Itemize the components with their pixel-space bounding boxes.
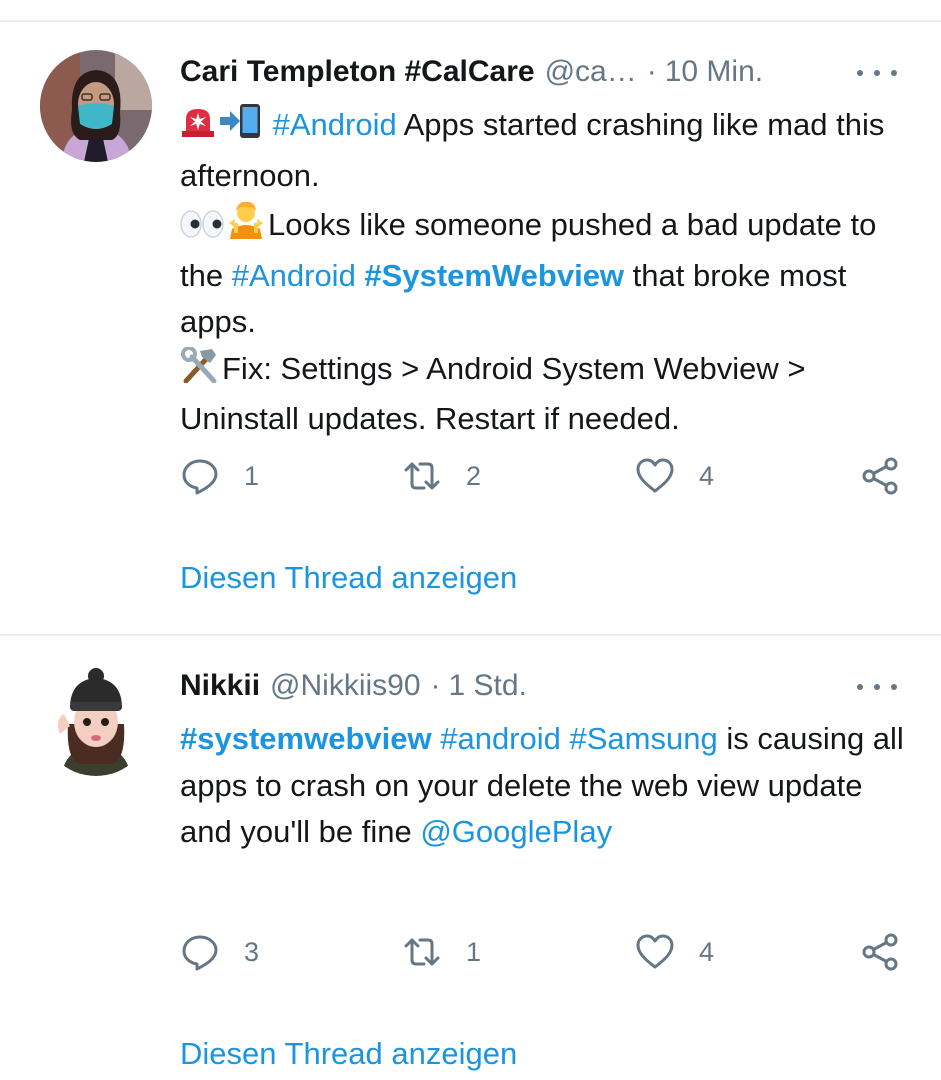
heart-icon	[636, 458, 674, 493]
hashtag-link[interactable]: #SystemWebview	[364, 258, 624, 293]
separator-dot: ·	[646, 55, 657, 88]
more-options-icon[interactable]	[857, 58, 897, 88]
avatar-cartoon-girl-with-beanie-icon	[40, 664, 152, 776]
retweet-button[interactable]: 2	[402, 454, 481, 498]
reply-icon	[182, 935, 218, 971]
heart-icon	[636, 934, 674, 969]
reply-count: 1	[244, 460, 260, 491]
author-handle[interactable]: @Nikkiis90	[270, 669, 420, 703]
reply-icon	[182, 459, 218, 495]
hashtag-link[interactable]: #systemwebview	[180, 721, 432, 756]
show-thread-link[interactable]: Diesen Thread anzeigen	[180, 560, 517, 596]
show-thread-link[interactable]: Diesen Thread anzeigen	[180, 1036, 517, 1072]
mention-link[interactable]: @GooglePlay	[420, 814, 612, 849]
like-count: 4	[699, 460, 715, 491]
author-name[interactable]: Cari Templeton #CalCare	[180, 55, 535, 89]
retweet-icon	[404, 938, 440, 966]
tweet-header: Nikkii @Nikkiis90 · 1 Std.	[180, 666, 901, 706]
tweet-text: #Android Apps started crashing like mad …	[180, 102, 910, 443]
avatar[interactable]	[40, 664, 152, 776]
tweet-actions: 3 1 4	[180, 930, 905, 974]
more-options-icon[interactable]	[857, 672, 897, 702]
author-handle[interactable]: @ca…	[545, 55, 637, 89]
reply-button[interactable]: 3	[180, 930, 259, 974]
like-button[interactable]: 4	[635, 454, 714, 498]
avatar[interactable]	[40, 50, 152, 162]
tweet-text-line: Fix: Settings > Android System Webview >…	[180, 350, 806, 437]
retweet-count: 2	[466, 460, 482, 491]
separator-dot: ·	[430, 669, 441, 702]
hashtag-link[interactable]: #Samsung	[570, 721, 718, 756]
reply-button[interactable]: 1	[180, 454, 259, 498]
incoming-to-phone-emoji-icon	[218, 103, 262, 153]
hashtag-link[interactable]: #android	[440, 721, 561, 756]
tweet-actions: 1 2 4	[180, 454, 905, 498]
share-button[interactable]	[860, 454, 900, 498]
retweet-count: 1	[466, 936, 482, 967]
retweet-button[interactable]: 1	[402, 930, 481, 974]
tweet-card[interactable]: Cari Templeton #CalCare @ca… · 10 Min. #…	[0, 22, 941, 632]
share-icon	[862, 933, 898, 971]
author-name[interactable]: Nikkii	[180, 669, 260, 703]
rotating-light-emoji-icon	[180, 105, 216, 153]
tweet-timestamp[interactable]: 1 Std.	[449, 669, 527, 703]
like-count: 4	[699, 936, 715, 967]
tweet-header: Cari Templeton #CalCare @ca… · 10 Min.	[180, 52, 901, 92]
reply-count: 3	[244, 936, 260, 967]
like-button[interactable]: 4	[635, 930, 714, 974]
eyes-emoji-icon	[180, 206, 224, 253]
shrugging-person-emoji-icon	[226, 199, 266, 253]
avatar-woman-with-face-mask-icon	[40, 50, 152, 162]
hashtag-link[interactable]: #Android	[232, 258, 356, 293]
share-button[interactable]	[860, 930, 900, 974]
hammer-and-wrench-emoji-icon	[180, 345, 220, 397]
tweet-card[interactable]: Nikkii @Nikkiis90 · 1 Std. #systemwebvie…	[0, 636, 941, 1080]
tweet-timestamp[interactable]: 10 Min.	[665, 55, 763, 89]
share-icon	[862, 457, 898, 495]
retweet-icon	[404, 462, 440, 490]
tweet-text: #systemwebview #android #Samsung is caus…	[180, 716, 910, 856]
hashtag-link[interactable]: #Android	[273, 107, 397, 142]
